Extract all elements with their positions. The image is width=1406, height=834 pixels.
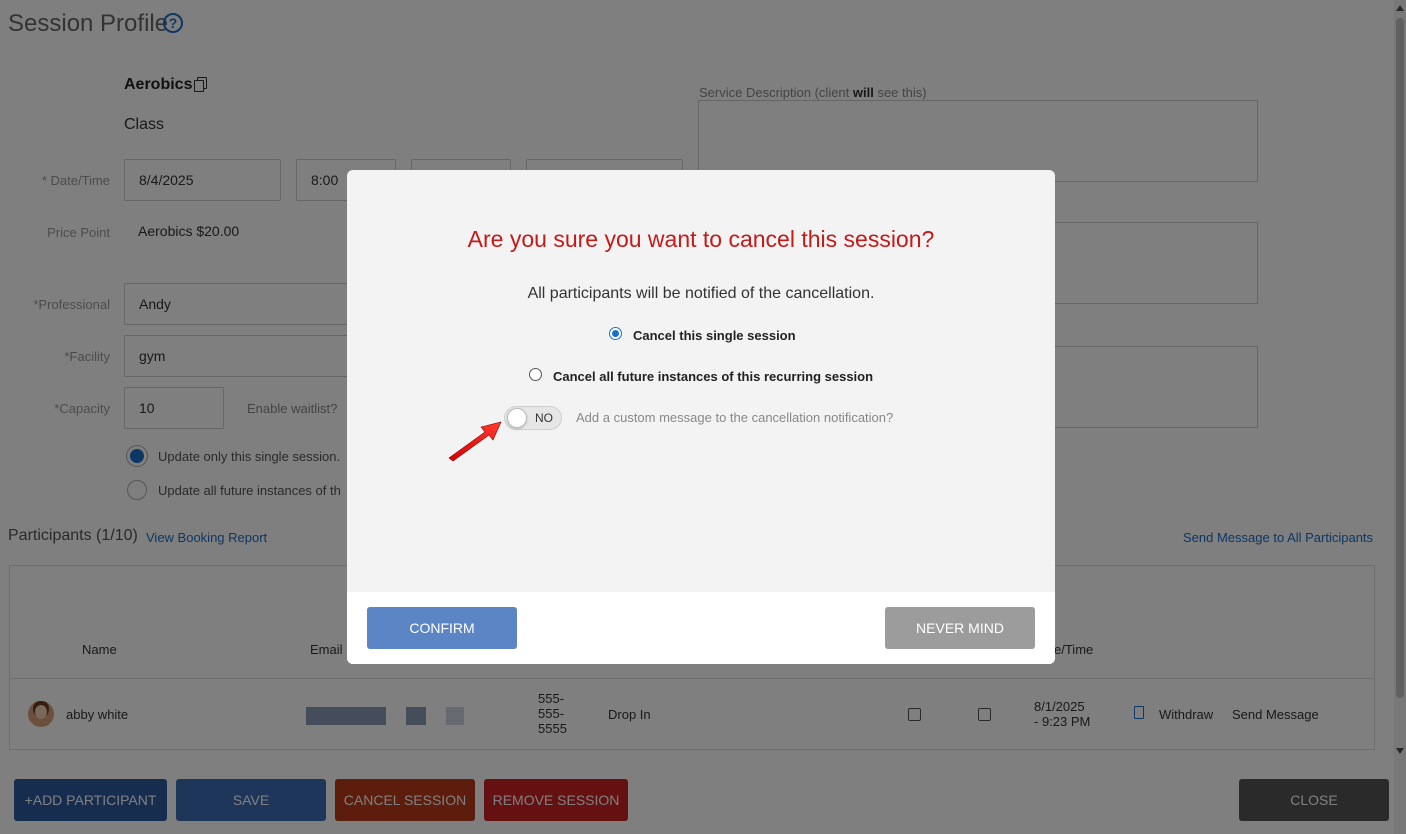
custom-message-label: Add a custom message to the cancellation… (576, 410, 894, 425)
dialog-title: Are you sure you want to cancel this ses… (467, 226, 935, 252)
cancel-all-radio[interactable] (529, 368, 542, 381)
confirm-button[interactable]: CONFIRM (367, 607, 517, 649)
never-mind-button[interactable]: NEVER MIND (885, 607, 1035, 649)
cancel-session-dialog: Are you sure you want to cancel this ses… (347, 170, 1055, 664)
cancel-all-label[interactable]: Cancel all future instances of this recu… (553, 369, 873, 384)
custom-message-toggle[interactable]: NO (504, 406, 562, 430)
dialog-footer: CONFIRM NEVER MIND (347, 592, 1055, 664)
toggle-knob (507, 408, 527, 428)
cancel-single-radio[interactable] (609, 327, 622, 340)
cancel-single-label[interactable]: Cancel this single session (633, 328, 796, 343)
dialog-subtitle: All participants will be notified of the… (527, 285, 875, 302)
toggle-state: NO (535, 411, 553, 425)
red-arrow-icon (448, 421, 502, 462)
